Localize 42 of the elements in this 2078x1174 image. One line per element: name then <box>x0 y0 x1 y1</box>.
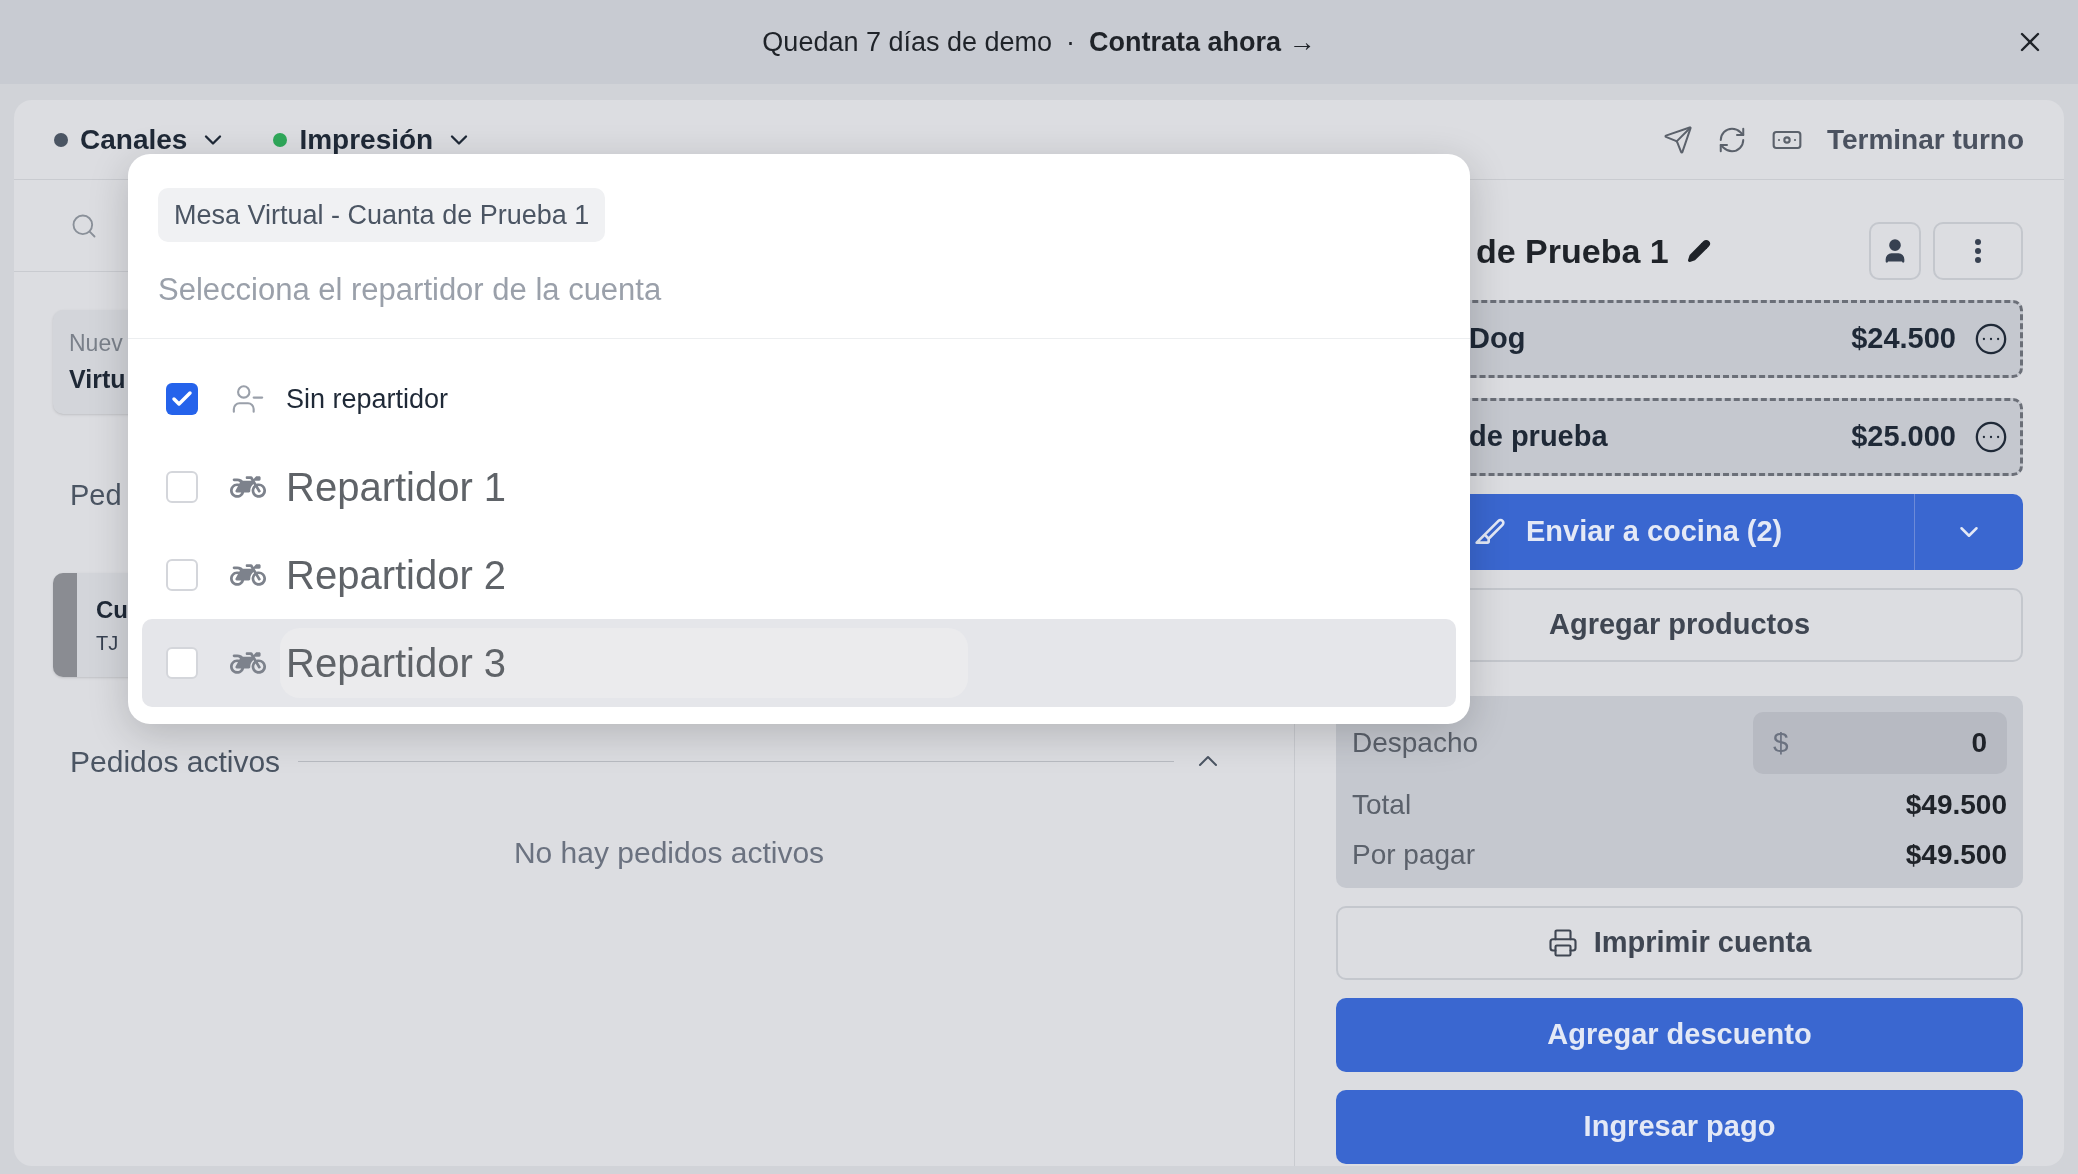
printer-icon <box>1547 928 1578 958</box>
end-shift-button[interactable]: Terminar turno <box>1826 118 2024 161</box>
banner-text: Quedan 7 días de demo <box>762 25 1053 59</box>
order-title: Cu <box>96 594 128 625</box>
option-label: Repartidor 1 <box>285 464 508 511</box>
summary-label: Despacho <box>1352 726 1479 760</box>
shipping-field[interactable]: $ 0 <box>1753 712 2007 774</box>
checkbox[interactable] <box>166 471 198 503</box>
edit-pencil-icon[interactable] <box>1686 239 1711 263</box>
due-amount: $49.500 <box>1905 838 2007 872</box>
account-title: de Prueba 1 <box>1476 230 1669 272</box>
payment-button[interactable]: Ingresar pago <box>1336 1090 2023 1164</box>
checkbox[interactable] <box>166 383 198 415</box>
section-title: Pedidos activos <box>70 743 281 780</box>
vertical-dots-icon <box>1975 239 1981 263</box>
total-amount: $49.500 <box>1905 788 2007 822</box>
options-icon[interactable] <box>1974 322 2008 356</box>
item-price: $25.000 <box>1851 419 1956 455</box>
options-icon[interactable] <box>1974 420 2008 454</box>
checkbox[interactable] <box>166 647 198 679</box>
item-name: Dog <box>1469 321 1526 357</box>
option-label: Repartidor 3 <box>280 628 968 698</box>
print-button[interactable]: Imprimir cuenta <box>1336 906 2023 980</box>
order-code: TJ <box>96 630 120 656</box>
account-chip: Mesa Virtual - Cuanta de Prueba 1 <box>158 188 606 242</box>
subscribe-link[interactable]: Contrata ahora → <box>1089 21 1316 63</box>
option-label: Sin repartidor <box>285 382 450 416</box>
send-icon[interactable] <box>1662 124 1693 155</box>
discount-button[interactable]: Agregar descuento <box>1336 998 2023 1072</box>
separator-dot: · <box>1066 25 1076 59</box>
summary-label: Por pagar <box>1352 838 1475 872</box>
option-label: Repartidor 2 <box>285 552 508 599</box>
empty-message: No hay pedidos activos <box>513 834 825 871</box>
section-title: Ped <box>70 478 122 513</box>
item-price: $24.500 <box>1851 321 1956 357</box>
item-name: de prueba <box>1469 419 1608 455</box>
summary-label: Total <box>1352 788 1412 822</box>
customer-button[interactable] <box>1869 222 1921 280</box>
checkbox[interactable] <box>166 559 198 591</box>
courier-option[interactable]: Repartidor 3 <box>142 619 1456 707</box>
user-minus-icon <box>231 382 265 416</box>
card-label: Nuev <box>69 329 124 358</box>
